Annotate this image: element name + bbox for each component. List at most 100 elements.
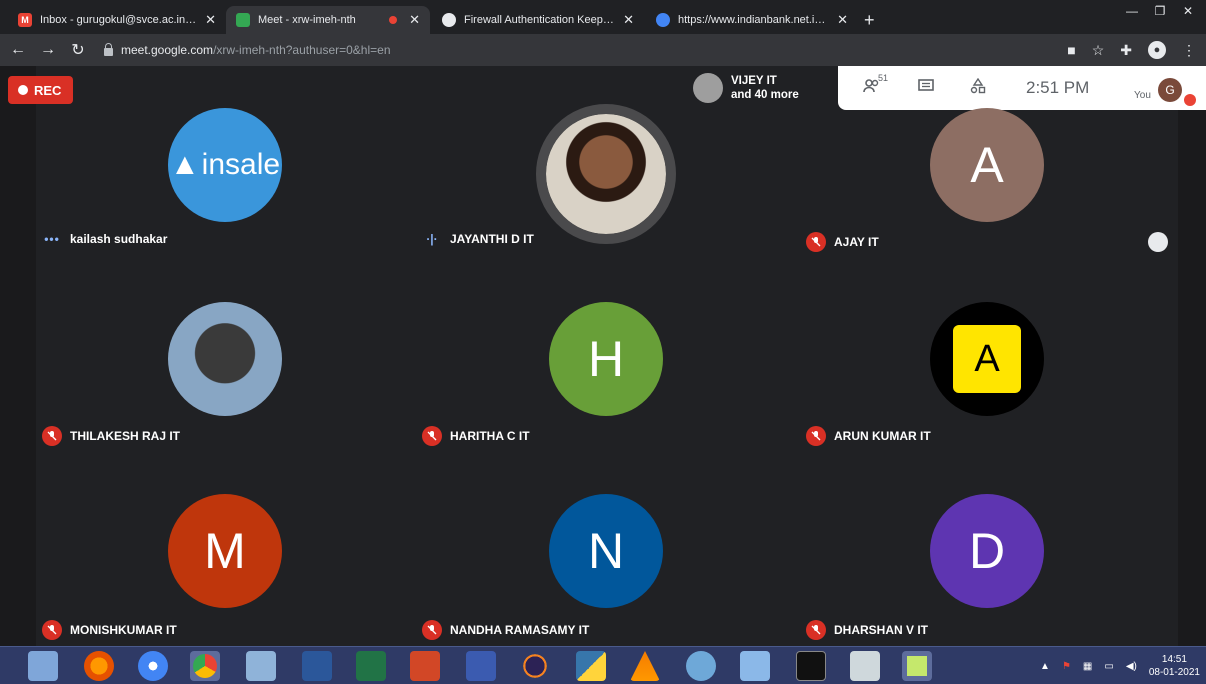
powerpoint-icon[interactable] — [410, 651, 440, 681]
avatar-monishkumar: M — [168, 494, 282, 608]
network-icon[interactable]: ▦ — [1083, 661, 1092, 672]
flag-icon[interactable]: ⚑ — [1062, 661, 1071, 672]
new-tab-button[interactable]: + — [864, 10, 875, 31]
close-icon[interactable]: ✕ — [623, 12, 634, 28]
taskbar-time: 14:51 — [1161, 654, 1187, 665]
chrome-icon[interactable] — [190, 651, 220, 681]
raised-hand-more: and 40 more — [731, 89, 799, 101]
activities-icon[interactable] — [958, 77, 998, 99]
volume-icon[interactable]: ◀) — [1126, 661, 1137, 672]
profile-icon[interactable]: ● — [1148, 41, 1166, 59]
raised-hand-name: VIJEY IT — [731, 75, 777, 87]
eclipse-icon[interactable] — [520, 651, 550, 681]
avatar-text: D — [968, 523, 1006, 579]
insale-logo-icon: ▲ — [169, 148, 200, 181]
tab-indianbank[interactable]: https://www.indianbank.net.in/jsp ✕ — [646, 6, 858, 34]
url-path: /xrw-imeh-nth?authuser=0&hl=en — [213, 43, 391, 57]
right-edge — [1178, 66, 1206, 646]
photo — [546, 114, 666, 234]
star-icon[interactable]: ☆ — [1092, 42, 1105, 59]
menu-icon[interactable]: ⋮ — [1182, 42, 1196, 59]
avatar-text: M — [204, 523, 246, 579]
avatar-text: N — [587, 523, 625, 579]
restore-icon[interactable]: ❐ — [1146, 0, 1174, 22]
avatar-kailash: ▲ insale — [168, 108, 282, 222]
system-tray: ▲ ⚑ ▦ ▭ ◀) 14:51 08-01-2021 — [1040, 647, 1200, 684]
chat-icon[interactable] — [906, 78, 946, 98]
participant-name-row: THILAKESH RAJ IT — [42, 426, 180, 446]
vlc-icon[interactable] — [630, 651, 660, 681]
avatar-text: A — [970, 137, 1004, 193]
tab-title: Meet - xrw-imeh-nth — [258, 14, 356, 26]
magnifier-icon[interactable] — [740, 651, 770, 681]
python-icon[interactable] — [576, 651, 606, 681]
close-icon[interactable]: ✕ — [205, 12, 216, 28]
participant-name-row: ••• kailash sudhakar — [42, 232, 167, 246]
app-icon[interactable] — [246, 651, 276, 681]
taskbar-clock[interactable]: 14:51 08-01-2021 — [1149, 653, 1200, 679]
close-window-icon[interactable]: ✕ — [1174, 0, 1202, 22]
bank-icon — [656, 13, 670, 27]
tab-title: Firewall Authentication Keepalive — [464, 14, 618, 26]
mic-off-icon — [42, 620, 62, 640]
tab-title: Inbox - gurugokul@svce.ac.in - S — [40, 14, 200, 26]
participant-name-row: DHARSHAN V IT — [806, 620, 928, 640]
sticky-notes-icon[interactable] — [902, 651, 932, 681]
tab-meet[interactable]: Meet - xrw-imeh-nth ✕ — [226, 6, 430, 34]
display-icon[interactable]: ▭ — [1104, 661, 1113, 672]
participant-name-row: AJAY IT — [806, 232, 879, 252]
self-muted-icon — [1184, 94, 1196, 106]
devcpp-icon[interactable] — [466, 651, 496, 681]
participant-count: 51 — [878, 72, 889, 83]
browser-toolbar: ← → ↻ meet.google.com/xrw-imeh-nth?authu… — [0, 34, 1206, 66]
more-options-icon[interactable]: ••• — [42, 232, 62, 246]
gmail-icon: M — [18, 13, 32, 27]
close-icon[interactable]: ✕ — [837, 12, 848, 28]
mic-off-icon — [42, 426, 62, 446]
toolbar-actions: ■ ☆ ✚ ● ⋮ — [1067, 34, 1196, 66]
file-explorer-icon[interactable] — [28, 651, 58, 681]
participant-name-row: ·|· JAYANTHI D IT — [422, 232, 534, 246]
tab-inbox[interactable]: M Inbox - gurugokul@svce.ac.in - S ✕ — [8, 6, 226, 34]
screen: M Inbox - gurugokul@svce.ac.in - S ✕ Mee… — [0, 0, 1206, 684]
mic-off-icon — [422, 426, 442, 446]
participant-name: THILAKESH RAJ IT — [70, 429, 181, 443]
participant-name-row: MONISHKUMAR IT — [42, 620, 177, 640]
tray-expand-icon[interactable]: ▲ — [1040, 661, 1050, 672]
participant-name-row: ARUN KUMAR IT — [806, 426, 931, 446]
camera-icon[interactable]: ■ — [1067, 42, 1075, 58]
globe-icon — [442, 13, 456, 27]
command-prompt-icon[interactable] — [796, 651, 826, 681]
firefox-icon[interactable] — [84, 651, 114, 681]
raised-hands-panel[interactable]: VIJEY IT and 40 more — [688, 66, 838, 110]
avatar-thilakesh — [168, 302, 282, 416]
excel-icon[interactable] — [356, 651, 386, 681]
close-icon[interactable]: ✕ — [409, 12, 420, 28]
lock-icon — [104, 42, 113, 56]
minimize-icon[interactable]: — — [1118, 0, 1146, 22]
forward-icon[interactable]: → — [36, 41, 60, 59]
avatar-nandha: N — [549, 494, 663, 608]
back-icon[interactable]: ← — [6, 41, 30, 59]
calculator-icon[interactable] — [850, 651, 880, 681]
taskbar-date: 08-01-2021 — [1148, 667, 1200, 678]
url-host: meet.google.com — [121, 43, 214, 57]
extensions-icon[interactable]: ✚ — [1120, 42, 1132, 59]
paint-icon[interactable] — [686, 651, 716, 681]
meet-top-bar: 51 2:51 PM You G — [838, 66, 1206, 110]
participant-name-row: HARITHA C IT — [422, 426, 530, 446]
mic-off-icon — [806, 620, 826, 640]
avatar-arun: A — [930, 302, 1044, 416]
word-icon[interactable] — [302, 651, 332, 681]
recording-badge: REC — [8, 76, 74, 104]
mic-off-icon — [806, 426, 826, 446]
reload-icon[interactable]: ↻ — [66, 40, 90, 60]
avatar-text: H — [587, 331, 625, 387]
address-bar[interactable]: meet.google.com/xrw-imeh-nth?authuser=0&… — [104, 38, 391, 62]
speaking-icon: ·|· — [426, 232, 438, 246]
avatar-tile: A — [953, 325, 1021, 393]
chromium-icon[interactable] — [138, 651, 168, 681]
avatar-text: insale — [201, 148, 281, 181]
tab-firewall[interactable]: Firewall Authentication Keepalive ✕ — [432, 6, 644, 34]
people-icon[interactable]: 51 — [852, 73, 892, 98]
